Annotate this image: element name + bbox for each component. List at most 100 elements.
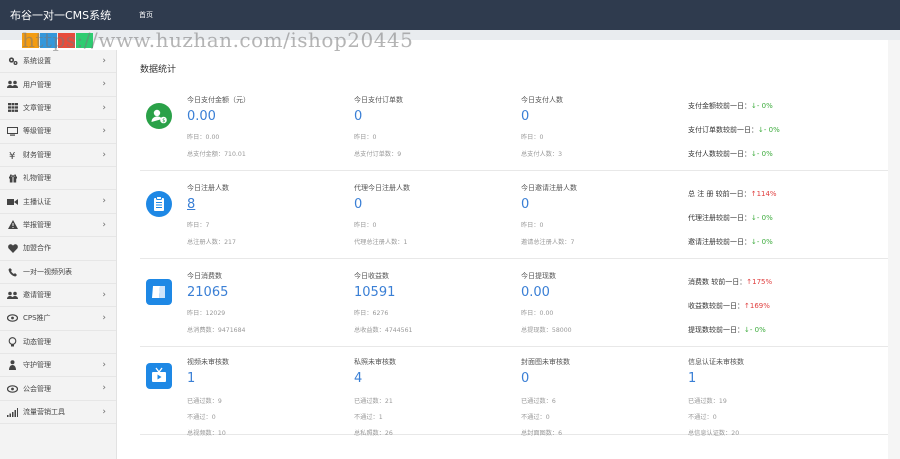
stat-value: 4 [354, 371, 363, 386]
compare-percent: - 0% [756, 102, 773, 110]
sidebar-item[interactable]: 举报管理 › [0, 214, 116, 238]
compare-line: 消费数 较前一日：↑175% [688, 277, 772, 287]
sidebar-item-label: 财务管理 [23, 150, 51, 159]
stat-subtext: 总支付订单数：9 [354, 151, 402, 158]
sidebar-item-label: 主播认证 [23, 197, 51, 206]
stats-row: 今日注册人数 8 昨日：7 总注册人数：217 代理今日注册人数 0 昨日：0 代理总注册人数… [140, 171, 900, 259]
compare-line: 总 注 册 较前一日：↑114% [688, 189, 777, 199]
chevron-right-icon: › [102, 149, 106, 160]
stat-title: 今日收益数 [354, 272, 389, 280]
stat-subtext: 总私照数：26 [354, 430, 393, 437]
svg-text:$: $ [162, 118, 165, 124]
sidebar-item[interactable]: 等级管理 › [0, 120, 116, 144]
chevron-right-icon: › [102, 406, 106, 417]
stat-title: 今日支付金额（元） [187, 96, 250, 104]
sidebar-item[interactable]: 守护管理 › [0, 354, 116, 378]
scrollbar-track[interactable] [888, 40, 900, 459]
sidebar-item[interactable]: CPS推广 › [0, 307, 116, 331]
compare-percent: - 0% [756, 214, 773, 222]
sidebar-item[interactable]: 一对一视频列表 [0, 261, 116, 284]
compare-line: 收益数较前一日：↑169% [688, 301, 770, 311]
sidebar-item[interactable]: 流量营销工具 › [0, 401, 116, 425]
stat-subtext: 总封面图数：6 [521, 430, 563, 437]
sidebar-item-label: 动态管理 [23, 337, 51, 346]
stat-value: 0 [521, 371, 530, 386]
stat-subtext: 总注册人数：217 [187, 239, 236, 246]
stat-value: 21065 [187, 285, 229, 300]
sidebar-item[interactable]: 文章管理 › [0, 97, 116, 121]
app-brand[interactable]: 布谷一对一CMS系统 [10, 7, 111, 23]
stat-value: 0 [521, 109, 530, 124]
svg-text:¥: ¥ [9, 151, 15, 160]
compare-percent: - 0% [763, 126, 780, 134]
gears-icon [7, 56, 18, 66]
gift-icon [7, 173, 18, 183]
stat-subtext: 昨日：0.00 [521, 310, 554, 317]
stat-title: 今日支付人数 [521, 96, 563, 104]
chevron-right-icon: › [102, 126, 106, 137]
sidebar-item-label: 守护管理 [23, 361, 51, 370]
stat-title: 今日提现数 [521, 272, 556, 280]
stat-title: 视频未审核数 [187, 358, 229, 366]
sidebar-item[interactable]: 公会管理 › [0, 377, 116, 401]
compare-line: 邀请注册较前一日：↓- 0% [688, 237, 773, 247]
compare-label: 总 注 册 较前一日： [688, 190, 751, 198]
sidebar-item[interactable]: 用户管理 › [0, 73, 116, 97]
stat-subtext: 总支付金额：710.01 [187, 151, 246, 158]
book-icon [146, 279, 172, 305]
stat-title: 今日支付订单数 [354, 96, 403, 104]
stat-value[interactable]: 8 [187, 197, 195, 212]
tv-icon [146, 363, 172, 389]
stat-subtext: 不通过：0 [688, 414, 717, 421]
sidebar-item[interactable]: 加盟合作 [0, 237, 116, 261]
compare-label: 提现数较前一日： [688, 326, 744, 334]
monitor-icon [7, 126, 18, 136]
sidebar-item[interactable]: 动态管理 [0, 331, 116, 355]
stat-title: 今日邀请注册人数 [521, 184, 577, 192]
stat-subtext: 总视频数：10 [187, 430, 226, 437]
compare-percent: - 0% [756, 150, 773, 158]
sidebar-item[interactable]: 礼物管理 [0, 167, 116, 191]
bulb-icon [7, 337, 18, 347]
video-icon [7, 197, 18, 207]
compare-percent: 175% [752, 278, 773, 286]
sidebar-item[interactable]: 系统设置 › [0, 50, 116, 74]
sidebar-item-label: 流量营销工具 [23, 408, 65, 417]
watermark-text: https://www.huzhan.com/ishop20445 [22, 28, 414, 52]
sidebar-item-label: 用户管理 [23, 80, 51, 89]
stat-subtext: 已通过数：6 [521, 398, 556, 405]
stat-value: 0 [354, 197, 363, 212]
compare-percent: - 0% [756, 238, 773, 246]
stat-value: 10591 [354, 285, 396, 300]
sidebar: 系统设置 › 用户管理 › 文章管理 › 等级管理 › ¥ 财务管理 › 礼物管理 主播认证 › 举报管理 ›… [0, 50, 117, 459]
compare-line: 支付人数较前一日：↓- 0% [688, 149, 773, 159]
sidebar-item[interactable]: ¥ 财务管理 › [0, 144, 116, 167]
stat-subtext: 已通过数：19 [688, 398, 727, 405]
sidebar-item[interactable]: 邀请管理 › [0, 284, 116, 308]
chevron-right-icon: › [102, 196, 106, 207]
stat-value: 0.00 [521, 285, 550, 300]
stat-subtext: 昨日：12029 [187, 310, 226, 317]
stat-subtext: 昨日：0 [354, 134, 377, 141]
stat-subtext: 昨日：7 [187, 222, 210, 229]
nav-home-link[interactable]: 首页 [139, 10, 153, 20]
chevron-right-icon: › [102, 289, 106, 300]
users-icon [7, 80, 18, 90]
sidebar-item-label: CPS推广 [23, 314, 51, 323]
stat-subtext: 昨日：0.00 [187, 134, 220, 141]
stat-title: 今日消费数 [187, 272, 222, 280]
chevron-right-icon: › [102, 56, 106, 66]
stat-value: 0 [354, 109, 363, 124]
compare-percent: 169% [749, 302, 770, 310]
sidebar-item[interactable]: 主播认证 › [0, 190, 116, 214]
stat-subtext: 昨日：0 [521, 134, 544, 141]
top-header: 布谷一对一CMS系统 首页 [0, 0, 900, 30]
compare-line: 代理注册较前一日：↓- 0% [688, 213, 773, 223]
compare-label: 邀请注册较前一日： [688, 238, 751, 246]
stat-subtext: 不通过：0 [187, 414, 216, 421]
compare-label: 支付订单数较前一日： [688, 126, 758, 134]
sidebar-item-label: 举报管理 [23, 220, 51, 229]
compare-label: 支付人数较前一日： [688, 150, 751, 158]
stats-row: 视频未审核数 1 已通过数：9 不通过：0 总视频数：10 私照未审核数 4 已通过数：21 不… [140, 347, 900, 437]
compare-label: 支付金额较前一日： [688, 102, 751, 110]
